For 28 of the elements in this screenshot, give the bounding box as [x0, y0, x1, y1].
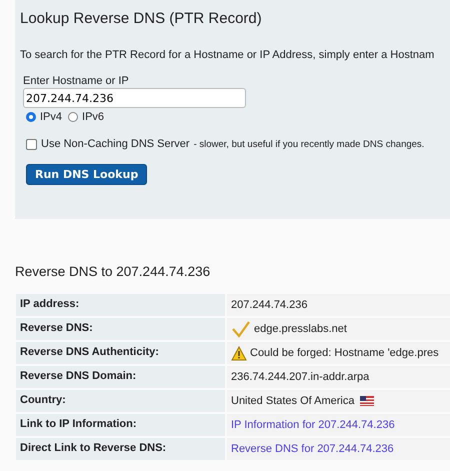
- field-label: Enter Hostname or IP: [23, 75, 130, 87]
- label-cell: Reverse DNS Authenticity:: [16, 342, 225, 364]
- checkbox-label: Use Non-Caching DNS Server: [41, 138, 190, 150]
- intro-text: To search for the PTR Record for a Hostname or IP Address, simply enter a Hostnam: [20, 49, 436, 61]
- value-text: United States Of America: [231, 395, 354, 407]
- hostname-field[interactable]: 207.244.74.236: [23, 88, 246, 108]
- label-cell: Link to IP Information:: [16, 414, 225, 436]
- radio-label: IPv4: [40, 111, 62, 123]
- run-lookup-button[interactable]: Run DNS Lookup: [26, 164, 148, 185]
- label-cell: IP address:: [16, 294, 225, 316]
- label-cell: Reverse DNS Domain:: [16, 366, 225, 388]
- flag-icon: [360, 396, 374, 406]
- radio-button[interactable]: [26, 112, 36, 122]
- checkbox-note: - slower, but useful if you recently made DNS changes.: [194, 138, 424, 150]
- panel-title: Lookup Reverse DNS (PTR Record): [20, 10, 263, 27]
- label-cell: Reverse DNS:: [16, 318, 225, 340]
- value-text: 207.244.74.236: [231, 299, 308, 311]
- results-title: Reverse DNS to 207.244.74.236: [15, 264, 212, 279]
- radio-label: IPv6: [82, 111, 104, 123]
- warning-icon: [231, 346, 247, 360]
- checkbox[interactable]: [26, 138, 37, 150]
- value-text: 236.74.244.207.in-addr.arpa: [231, 371, 370, 383]
- checkmark-icon: [231, 320, 251, 338]
- radio-button[interactable]: [68, 112, 78, 122]
- label-cell: Direct Link to Reverse DNS:: [16, 438, 225, 460]
- value-text: edge.presslabs.net: [254, 323, 347, 335]
- label-cell: Country:: [16, 390, 225, 412]
- value-text: Could be forged: Hostname 'edge.pres: [250, 347, 439, 359]
